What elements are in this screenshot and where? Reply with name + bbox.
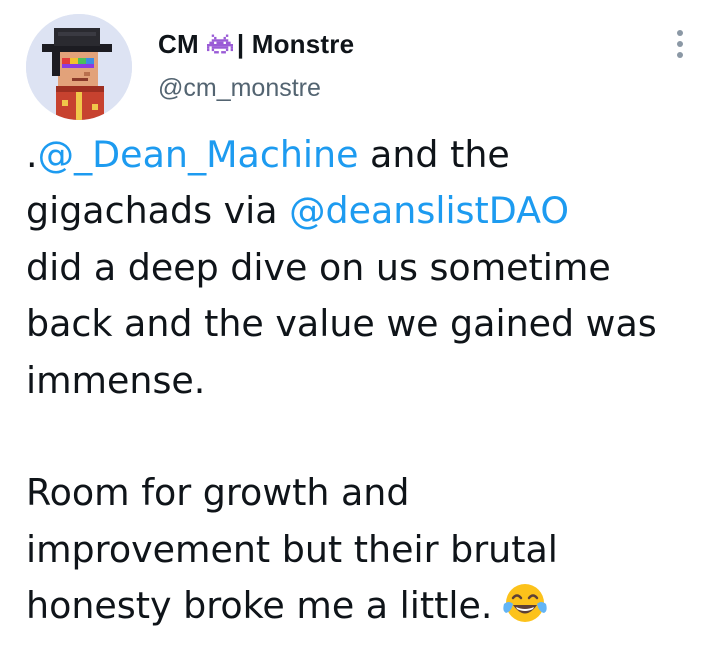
- line2-prefix: gigachads via: [26, 189, 290, 233]
- tweet-line-5: immense.: [26, 358, 206, 402]
- more-dot: [677, 30, 683, 36]
- tweet: CM | Monstre @cm_monstre .@_Dean_Machine…: [0, 0, 720, 651]
- mention-deanslistdao[interactable]: @deanslistDAO: [289, 189, 569, 232]
- mention-dean-machine[interactable]: @_Dean_Machine: [38, 133, 359, 176]
- tweet-line-1: .@_Dean_Machine and the: [26, 127, 711, 183]
- line1-suffix: and the: [358, 133, 510, 176]
- tweet-line-3: did a deep dive on us sometime: [26, 245, 611, 289]
- display-name-first[interactable]: CM: [158, 29, 199, 60]
- space-invader-icon: [206, 33, 233, 55]
- tweet-text: .@_Dean_Machine and the gigachads via @d…: [26, 127, 711, 635]
- more-dot: [677, 52, 683, 58]
- paragraph-break: [26, 409, 711, 465]
- tears-of-joy-emoji-icon: [502, 580, 548, 626]
- line1-prefix: .: [26, 133, 38, 176]
- tweet-line-7: improvement but their brutal: [26, 527, 558, 571]
- avatar[interactable]: [26, 14, 132, 120]
- tweet-line-2: gigachads via @deanslistDAO: [26, 183, 711, 239]
- avatar-pixel-art: [26, 14, 132, 120]
- line8-text: honesty broke me a little.: [26, 584, 493, 628]
- tweet-line-6: Room for growth and: [26, 471, 410, 515]
- author-handle[interactable]: @cm_monstre: [158, 74, 321, 103]
- author-name-row[interactable]: CM | Monstre: [158, 26, 354, 62]
- more-dot: [677, 41, 683, 47]
- tweet-line-8: honesty broke me a little.: [26, 578, 711, 634]
- display-name-second[interactable]: | Monstre: [237, 29, 354, 60]
- tweet-line-4: back and the value we gained was: [26, 302, 657, 346]
- more-options-icon[interactable]: [668, 30, 692, 60]
